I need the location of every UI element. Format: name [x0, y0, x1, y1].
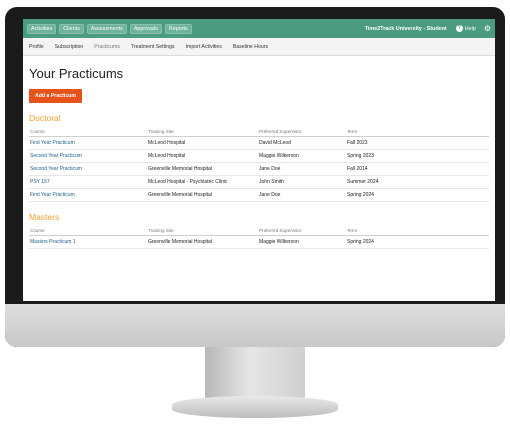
training-site: McLeod Hospital — [147, 136, 258, 150]
monitor-stand-foot — [172, 396, 338, 418]
table-row: Second Year Practicum McLeod Hospital Ma… — [29, 149, 489, 163]
supervisor: David McLeod — [258, 136, 346, 150]
table-row: Masters Practicum 1 Greenville Memorial … — [29, 235, 489, 249]
term: Fall 2023 — [346, 136, 489, 150]
term: Fall 2014 — [346, 162, 489, 176]
subnav-import-activities[interactable]: Import Activities — [186, 44, 222, 50]
nav-reports[interactable]: Reports — [164, 23, 192, 34]
training-site: Greenville Memorial Hospital — [147, 188, 258, 202]
course-link[interactable]: PSY 157 — [29, 175, 147, 189]
term: Summer 2024 — [346, 175, 489, 189]
col-training-site: Training Site — [147, 127, 258, 137]
supervisor: John Smith — [258, 175, 346, 189]
term: Spring 2023 — [346, 149, 489, 163]
nav-assessments[interactable]: Assessments — [86, 23, 127, 34]
screen: Activities Clients Assessments Approvals… — [23, 19, 495, 301]
help-link[interactable]: ? Help — [455, 25, 476, 32]
col-course: Course — [29, 226, 147, 236]
course-link[interactable]: Masters Practicum 1 — [29, 235, 147, 249]
subnav-subscription[interactable]: Subscription — [55, 44, 84, 50]
course-link[interactable]: First Year Practicum — [29, 188, 147, 202]
help-icon: ? — [455, 25, 463, 32]
subnav-baseline-hours[interactable]: Baseline Hours — [233, 44, 268, 50]
col-term: Term — [346, 226, 489, 236]
col-term: Term — [346, 127, 489, 137]
top-nav-bar: Activities Clients Assessments Approvals… — [23, 19, 495, 38]
course-link[interactable]: First Year Practicum — [29, 136, 147, 150]
subnav-treatment-settings[interactable]: Treatment Settings — [131, 44, 175, 50]
col-preferred-supervisor: Preferred Supervisor — [258, 226, 346, 236]
table-header-row: Course Training Site Preferred Superviso… — [29, 127, 489, 137]
section-title-masters: Masters — [29, 212, 60, 222]
sub-nav: Profile Subscription Practicums Treatmen… — [23, 38, 495, 56]
training-site: McLeod Hospital - Psychiatric Clinic — [147, 175, 258, 189]
user-label[interactable]: Time2Track University - Student — [365, 26, 447, 32]
nav-clients[interactable]: Clients — [59, 23, 84, 34]
col-preferred-supervisor: Preferred Supervisor — [258, 127, 346, 137]
table-row: First Year Practicum Greenville Memorial… — [29, 188, 489, 202]
term: Spring 2024 — [346, 188, 489, 202]
nav-approvals[interactable]: Approvals — [129, 23, 162, 34]
col-course: Course — [29, 127, 147, 137]
doctoral-table: Course Training Site Preferred Superviso… — [29, 127, 489, 202]
monitor-chin — [5, 304, 505, 347]
subnav-profile[interactable]: Profile — [29, 44, 44, 50]
main-content: Your Practicums Add a Practicum Doctoral… — [23, 56, 495, 249]
term: Spring 2024 — [346, 235, 489, 249]
help-label: Help — [464, 25, 476, 32]
supervisor: Jane Doe — [258, 162, 346, 176]
table-row: Second Year Practicum Greenville Memoria… — [29, 162, 489, 176]
page-title: Your Practicums — [29, 66, 124, 81]
subnav-practicums[interactable]: Practicums — [94, 44, 120, 50]
gear-icon[interactable]: ⚙ — [484, 24, 491, 33]
course-link[interactable]: Second Year Practicum — [29, 162, 147, 176]
table-row: First Year Practicum McLeod Hospital Dav… — [29, 136, 489, 150]
add-practicum-button[interactable]: Add a Practicum — [29, 89, 82, 103]
supervisor: Maggie Wilkerson — [258, 235, 346, 249]
nav-activities[interactable]: Activities — [27, 23, 57, 34]
supervisor: Maggie Wilkerson — [258, 149, 346, 163]
masters-table: Course Training Site Preferred Superviso… — [29, 226, 489, 249]
supervisor: Jane Doe — [258, 188, 346, 202]
course-link[interactable]: Second Year Practicum — [29, 149, 147, 163]
table-header-row: Course Training Site Preferred Superviso… — [29, 226, 489, 236]
section-title-doctoral: Doctoral — [29, 113, 61, 123]
table-row: PSY 157 McLeod Hospital - Psychiatric Cl… — [29, 175, 489, 189]
monitor-stand-neck — [205, 347, 305, 399]
training-site: Greenville Memorial Hospital — [147, 162, 258, 176]
col-training-site: Training Site — [147, 226, 258, 236]
training-site: McLeod Hospital — [147, 149, 258, 163]
training-site: Greenville Memorial Hospital — [147, 235, 258, 249]
